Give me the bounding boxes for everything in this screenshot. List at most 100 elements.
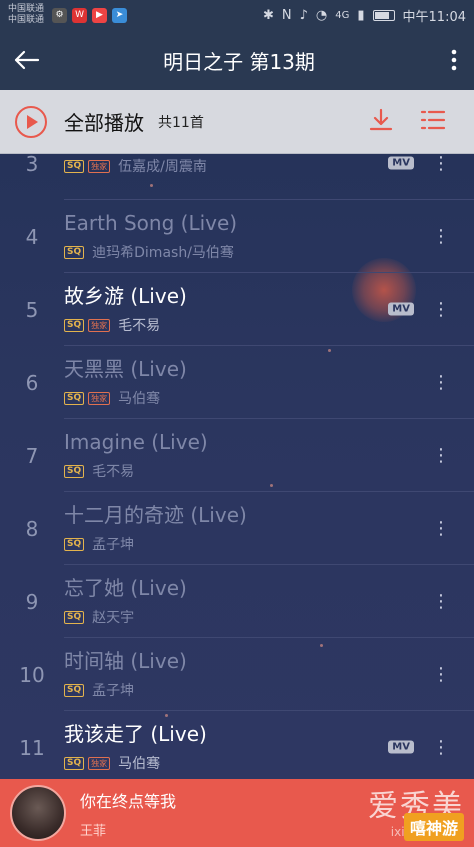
track-number: 9: [25, 589, 39, 614]
song-info: 我该走了 (Live) SQ 独家 马伯骞 MV: [64, 711, 474, 779]
telegram-icon: ➤: [112, 7, 128, 23]
now-playing-artist: 王菲: [80, 823, 107, 839]
song-info: Earth Song (Live) SQ 迪玛希Dimash/马伯骞: [64, 200, 474, 273]
song-count: 共11首: [158, 114, 204, 131]
song-more-button[interactable]: ⋮: [432, 638, 450, 711]
track-number: 4: [25, 224, 39, 249]
now-playing-bar[interactable]: 你在终点等我 王菲 爱秀美 ixiumei.com 嘻神游: [0, 779, 474, 847]
song-row[interactable]: 8 十二月的奇迹 (Live) SQ 孟子坤 ⋮: [0, 492, 474, 565]
song-more-button[interactable]: ⋮: [432, 565, 450, 638]
song-more-button[interactable]: ⋮: [432, 200, 450, 273]
song-row[interactable]: 7 Imagine (Live) SQ 毛不易 ⋮: [0, 419, 474, 492]
page-title: 明日之子 第13期: [163, 49, 315, 74]
song-more-button[interactable]: ⋮: [432, 492, 450, 565]
song-title: 十二月的奇迹 (Live): [64, 503, 247, 527]
song-meta: SQ 孟子坤: [64, 534, 414, 554]
play-circle-icon: [15, 105, 47, 138]
song-title: 故乡游 (Live): [64, 284, 187, 308]
play-all-button[interactable]: [14, 105, 48, 139]
weibo-icon: W: [72, 7, 88, 23]
song-row[interactable]: 11 我该走了 (Live) SQ 独家 马伯骞 MV ⋮: [0, 711, 474, 779]
carrier-label-1: 中国联通: [8, 4, 45, 14]
now-playing-song: 你在终点等我: [80, 791, 177, 811]
mv-badge[interactable]: MV: [388, 740, 414, 754]
exclusive-badge: 独家: [88, 391, 111, 405]
sq-quality-badge: SQ: [64, 464, 85, 478]
song-more-button[interactable]: ⋮: [432, 419, 450, 492]
multi-select-button[interactable]: [420, 107, 446, 137]
sq-quality-badge: SQ: [64, 537, 85, 551]
song-meta: SQ 独家 毛不易: [64, 315, 414, 335]
song-artist: 毛不易: [92, 464, 135, 480]
song-info: Imagine (Live) SQ 毛不易: [64, 419, 474, 492]
carrier-label-2: 中国联通: [8, 15, 45, 25]
bluetooth-icon: ✱: [262, 7, 274, 23]
sq-quality-badge: SQ: [64, 159, 85, 173]
song-title: 时间轴 (Live): [64, 649, 187, 673]
mute-icon: ♪: [299, 7, 308, 23]
download-button[interactable]: [368, 107, 394, 137]
song-artist: 孟子坤: [92, 683, 135, 699]
song-title: Imagine (Live): [64, 430, 208, 454]
song-title: 天黑黑 (Live): [64, 357, 187, 381]
sq-quality-badge: SQ: [64, 610, 85, 624]
track-number: 11: [19, 735, 45, 760]
settings-icon: ⚙: [52, 7, 68, 23]
sq-quality-badge: SQ: [64, 683, 85, 697]
mv-badge[interactable]: MV: [388, 302, 414, 316]
nfc-icon: N: [281, 7, 292, 23]
song-meta: SQ 赵天宇: [64, 607, 414, 627]
song-list[interactable]: 3 SQ 独家 伍嘉成/周震南 MV ⋮ 4 Earth Song (Live) SQ 迪玛希Di…: [0, 154, 474, 779]
track-number: 6: [25, 370, 39, 395]
song-more-button[interactable]: ⋮: [432, 711, 450, 779]
back-button[interactable]: [0, 30, 54, 90]
song-info: 十二月的奇迹 (Live) SQ 孟子坤: [64, 492, 474, 565]
track-number: 5: [25, 297, 39, 322]
arrow-left-icon: [14, 50, 40, 70]
exclusive-badge: 独家: [88, 756, 111, 770]
mv-badge[interactable]: MV: [388, 156, 414, 170]
song-info: SQ 独家 伍嘉成/周震南 MV: [64, 154, 474, 200]
song-artist: 毛不易: [118, 318, 161, 334]
song-row[interactable]: 3 SQ 独家 伍嘉成/周震南 MV ⋮: [0, 154, 474, 200]
song-more-button[interactable]: ⋮: [432, 273, 450, 346]
song-artist: 赵天宇: [92, 610, 135, 626]
song-info: 时间轴 (Live) SQ 孟子坤: [64, 638, 474, 711]
sq-quality-badge: SQ: [64, 245, 85, 259]
carrier-info: 中国联通 中国联通: [8, 4, 44, 26]
song-row[interactable]: 9 忘了她 (Live) SQ 赵天宇 ⋮: [0, 565, 474, 638]
site-watermark-logo: 爱秀美 ixiumei.com 嘻神游: [368, 781, 464, 841]
track-number: 7: [25, 443, 39, 468]
play-all-label[interactable]: 全部播放: [64, 107, 144, 136]
song-meta: SQ 孟子坤: [64, 680, 414, 700]
song-row[interactable]: 10 时间轴 (Live) SQ 孟子坤 ⋮: [0, 638, 474, 711]
track-number: 10: [19, 662, 45, 687]
song-row[interactable]: 5 故乡游 (Live) SQ 独家 毛不易 MV ⋮: [0, 273, 474, 346]
status-bar: 中国联通 中国联通 ⚙ W ▶ ➤ ✱ N ♪ ◔ 4G ▮ 中午11:04: [0, 0, 474, 30]
overflow-menu-button[interactable]: [434, 30, 474, 90]
battery-icon: [372, 9, 395, 21]
song-info: 故乡游 (Live) SQ 独家 毛不易 MV: [64, 273, 474, 346]
album-cover-avatar[interactable]: [10, 785, 66, 841]
song-artist: 马伯骞: [118, 391, 161, 407]
song-title: 我该走了 (Live): [64, 722, 207, 746]
song-title: 忘了她 (Live): [64, 576, 187, 600]
song-row[interactable]: 4 Earth Song (Live) SQ 迪玛希Dimash/马伯骞 ⋮: [0, 200, 474, 273]
song-row[interactable]: 6 天黑黑 (Live) SQ 独家 马伯骞 ⋮: [0, 346, 474, 419]
notification-icons: ⚙ W ▶ ➤: [52, 7, 128, 23]
exclusive-badge: 独家: [88, 318, 111, 332]
song-meta: SQ 迪玛希Dimash/马伯骞: [64, 242, 414, 262]
download-icon: [369, 108, 393, 130]
system-status: ✱ N ♪ ◔ 4G ▮ 中午11:04: [263, 6, 466, 25]
now-playing-info[interactable]: 你在终点等我 王菲: [80, 788, 176, 839]
song-more-button[interactable]: ⋮: [432, 154, 450, 200]
list-select-icon: [420, 110, 446, 129]
play-all-bar: 全部播放 共11首: [0, 90, 474, 154]
play-all-actions: [368, 107, 446, 137]
wifi-icon: ◔: [315, 7, 328, 23]
exclusive-badge: 独家: [88, 159, 111, 173]
song-meta: SQ 独家 伍嘉成/周震南: [64, 156, 414, 176]
sq-quality-badge: SQ: [64, 391, 85, 405]
song-more-button[interactable]: ⋮: [432, 346, 450, 419]
song-artist: 伍嘉成/周震南: [118, 159, 207, 175]
